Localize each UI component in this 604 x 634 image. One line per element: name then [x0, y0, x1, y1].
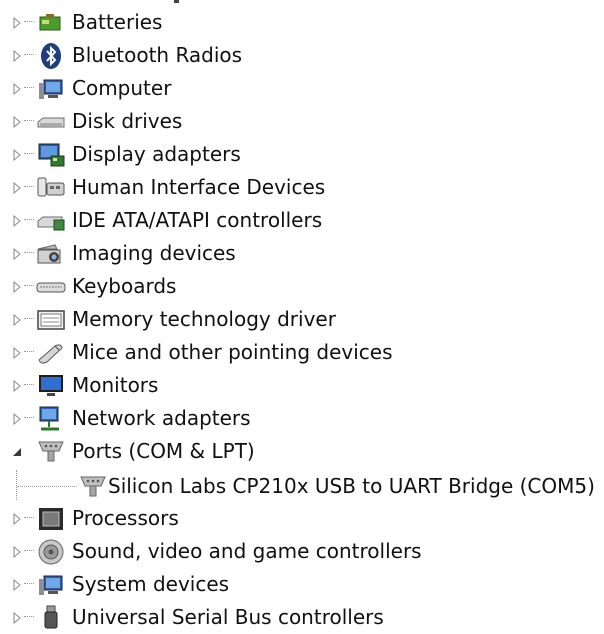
- tree-item-label: Monitors: [72, 373, 159, 397]
- memory-icon: [33, 306, 69, 334]
- camera-icon: [33, 240, 69, 268]
- tree-item-label: Universal Serial Bus controllers: [72, 605, 384, 629]
- tree-item-label: Ports (COM & LPT): [72, 439, 255, 463]
- tree-item-label: Sound, video and game controllers: [72, 539, 422, 563]
- tree-item-label: Network adapters: [72, 406, 251, 430]
- processor-icon: [33, 505, 69, 533]
- expand-arrow-icon[interactable]: [10, 148, 24, 162]
- tree-item-label: Batteries: [72, 10, 163, 34]
- tree-item-label: Computer: [72, 76, 172, 100]
- expand-arrow-icon[interactable]: [10, 578, 24, 592]
- device-tree: Batteries Bluetooth Radios Computer Disk…: [0, 0, 604, 630]
- usb-icon: [33, 604, 69, 632]
- tree-item-label: Memory technology driver: [72, 307, 336, 331]
- ide-controller-icon: [33, 207, 69, 235]
- tree-item-label: Silicon Labs CP210x USB to UART Bridge (…: [108, 474, 595, 498]
- expand-arrow-icon[interactable]: [10, 16, 24, 30]
- mouse-icon: [33, 339, 69, 367]
- expand-arrow-icon[interactable]: [10, 545, 24, 559]
- expand-arrow-icon[interactable]: [10, 115, 24, 129]
- bluetooth-icon: [33, 42, 69, 70]
- hid-icon: [33, 174, 69, 202]
- expand-arrow-icon[interactable]: [10, 512, 24, 526]
- disk-drive-icon: [33, 108, 69, 136]
- port-icon: [75, 473, 111, 501]
- expand-arrow-icon[interactable]: [10, 82, 24, 96]
- tree-connector-line: [17, 486, 77, 487]
- display-adapter-icon: [33, 141, 69, 169]
- tree-item-label: Human Interface Devices: [72, 175, 326, 199]
- keyboard-icon: [33, 273, 69, 301]
- tree-item-label: Display adapters: [72, 142, 241, 166]
- battery-icon: [33, 9, 69, 37]
- expand-arrow-icon[interactable]: [10, 280, 24, 294]
- expand-arrow-icon[interactable]: [10, 379, 24, 393]
- expand-arrow-icon[interactable]: [10, 313, 24, 327]
- tree-item-label: Processors: [72, 506, 179, 530]
- expand-arrow-icon[interactable]: [10, 181, 24, 195]
- speaker-icon: [33, 538, 69, 566]
- tree-item-label: Disk drives: [72, 109, 183, 133]
- tree-item-label: System devices: [72, 572, 230, 596]
- monitor-icon: [33, 372, 69, 400]
- expand-arrow-icon[interactable]: [10, 346, 24, 360]
- port-icon: [33, 438, 69, 466]
- tree-item-label: IDE ATA/ATAPI controllers: [72, 208, 323, 232]
- tree-item-label: Keyboards: [72, 274, 177, 298]
- expand-arrow-icon[interactable]: [10, 214, 24, 228]
- tree-item-label: Bluetooth Radios: [72, 43, 243, 67]
- tree-item-label: Mice and other pointing devices: [72, 340, 393, 364]
- system-devices-icon: [33, 571, 69, 599]
- collapse-arrow-icon[interactable]: [10, 445, 24, 459]
- expand-arrow-icon[interactable]: [10, 49, 24, 63]
- expand-arrow-icon[interactable]: [10, 412, 24, 426]
- computer-icon: [33, 75, 69, 103]
- tree-item-label: Imaging devices: [72, 241, 236, 265]
- expand-arrow-icon[interactable]: [10, 247, 24, 261]
- expand-arrow-icon[interactable]: [10, 611, 24, 625]
- network-icon: [33, 405, 69, 433]
- tree-connector-line: [16, 470, 17, 500]
- scroll-edge-mark: [174, 0, 179, 3]
